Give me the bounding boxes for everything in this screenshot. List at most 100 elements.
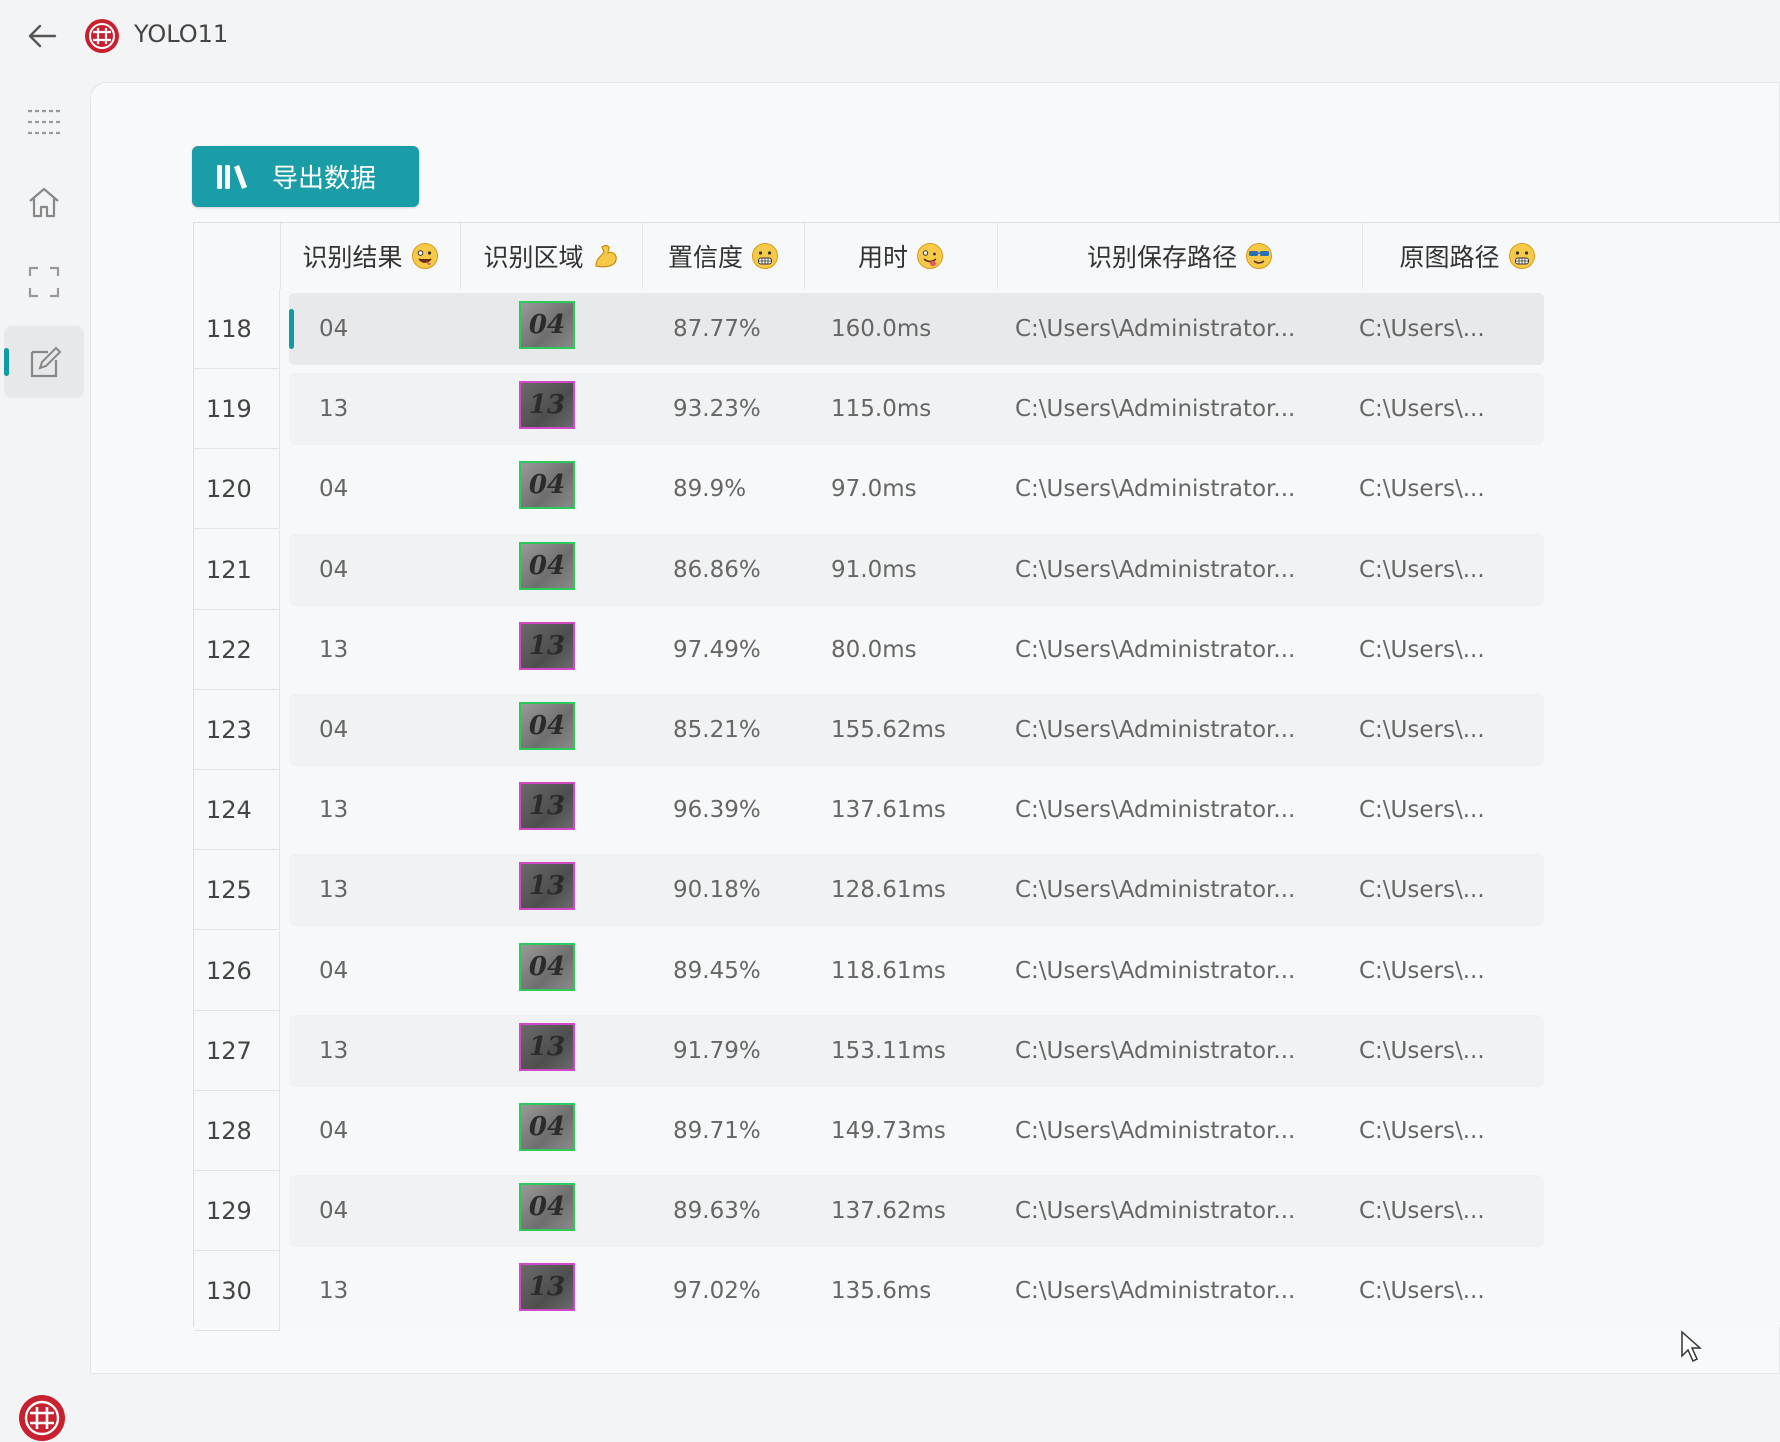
region-thumbnail[interactable]: 13 — [519, 1263, 575, 1311]
table-row[interactable]: 04 04 86.86% 91.0ms C:\Users\Administrator..… — [289, 534, 1544, 606]
original-path-cell: C:\Users\... — [1359, 877, 1485, 903]
column-header[interactable]: 识别区域 — [460, 223, 642, 289]
row-index: 129 — [194, 1171, 280, 1251]
time-cell: 135.6ms — [831, 1278, 932, 1304]
row-index: 122 — [194, 610, 280, 690]
time-cell: 128.61ms — [831, 877, 946, 903]
region-thumbnail[interactable]: 04 — [519, 1183, 575, 1231]
result-cell: 04 — [319, 1118, 349, 1144]
time-cell: 155.62ms — [831, 717, 946, 743]
scan-icon — [28, 266, 60, 298]
save-path-cell: C:\Users\Administrator... — [1015, 396, 1296, 422]
confidence-cell: 85.21% — [673, 717, 761, 743]
column-header[interactable]: 原图路径 — [1362, 223, 1572, 289]
row-index: 120 — [194, 449, 280, 529]
time-cell: 97.0ms — [831, 476, 917, 502]
flexed-biceps-emoji-icon — [592, 242, 620, 270]
records-table[interactable]: 识别结果 识别区域 置信度 用时 识别保存路径 原图路径 118 119 120 121 122 1… — [193, 222, 1780, 1331]
grimacing-face-emoji-icon — [1508, 242, 1536, 270]
column-header[interactable]: 置信度 — [642, 223, 804, 289]
confidence-cell: 87.77% — [673, 316, 761, 342]
save-path-cell: C:\Users\Administrator... — [1015, 1198, 1296, 1224]
save-path-cell: C:\Users\Administrator... — [1015, 1278, 1296, 1304]
confidence-cell: 86.86% — [673, 557, 761, 583]
original-path-cell: C:\Users\... — [1359, 476, 1485, 502]
export-data-label: 导出数据 — [272, 164, 377, 194]
table-row[interactable]: 04 04 87.77% 160.0ms C:\Users\Administrator.… — [289, 293, 1544, 365]
region-thumbnail[interactable]: 04 — [519, 1103, 575, 1151]
table-row[interactable]: 04 04 85.21% 155.62ms C:\Users\Administrator… — [289, 694, 1544, 766]
table-row[interactable]: 13 13 96.39% 137.61ms C:\Users\Administrator… — [289, 774, 1544, 846]
region-thumbnail[interactable]: 13 — [519, 622, 575, 670]
region-thumbnail[interactable]: 04 — [519, 461, 575, 509]
original-path-cell: C:\Users\... — [1359, 1198, 1485, 1224]
time-cell: 153.11ms — [831, 1038, 946, 1064]
row-index: 118 — [194, 289, 280, 369]
table-row[interactable]: 04 04 89.71% 149.73ms C:\Users\Administrator… — [289, 1095, 1544, 1167]
save-path-cell: C:\Users\Administrator... — [1015, 1038, 1296, 1064]
save-path-cell: C:\Users\Administrator... — [1015, 797, 1296, 823]
mouse-cursor-icon — [1681, 1330, 1702, 1363]
column-header[interactable]: 用时 — [804, 223, 997, 289]
original-path-cell: C:\Users\... — [1359, 958, 1485, 984]
region-thumbnail[interactable]: 04 — [519, 943, 575, 991]
confidence-cell: 97.49% — [673, 637, 761, 663]
row-index: 128 — [194, 1091, 280, 1171]
confidence-cell: 97.02% — [673, 1278, 761, 1304]
time-cell: 149.73ms — [831, 1118, 946, 1144]
row-index: 119 — [194, 369, 280, 449]
row-index: 124 — [194, 770, 280, 850]
region-thumbnail[interactable]: 13 — [519, 862, 575, 910]
confidence-cell: 89.63% — [673, 1198, 761, 1224]
table-row[interactable]: 04 04 89.63% 137.62ms C:\Users\Administrator… — [289, 1175, 1544, 1247]
export-data-button[interactable]: 导出数据 — [192, 146, 419, 207]
confidence-cell: 89.9% — [673, 476, 747, 502]
window-title: YOLO11 — [134, 20, 229, 48]
back-button[interactable] — [22, 16, 62, 56]
library-icon — [217, 164, 247, 189]
table-row[interactable]: 04 04 89.45% 118.61ms C:\Users\Administrator… — [289, 935, 1544, 1007]
zany-face-emoji-icon — [916, 242, 944, 270]
time-cell: 80.0ms — [831, 637, 917, 663]
result-cell: 13 — [319, 797, 349, 823]
region-thumbnail[interactable]: 13 — [519, 381, 575, 429]
result-cell: 04 — [319, 958, 349, 984]
confidence-cell: 89.71% — [673, 1118, 761, 1144]
region-thumbnail[interactable]: 13 — [519, 1023, 575, 1071]
region-thumbnail[interactable]: 04 — [519, 542, 575, 590]
table-row[interactable]: 04 04 89.9% 97.0ms C:\Users\Administrator...… — [289, 453, 1544, 525]
table-row[interactable]: 13 13 93.23% 115.0ms C:\Users\Administrator.… — [289, 373, 1544, 445]
table-header: 识别结果 识别区域 置信度 用时 识别保存路径 原图路径 — [194, 223, 1780, 289]
save-path-cell: C:\Users\Administrator... — [1015, 637, 1296, 663]
nav-scan[interactable] — [4, 246, 84, 318]
confidence-cell: 90.18% — [673, 877, 761, 903]
region-thumbnail[interactable]: 13 — [519, 782, 575, 830]
save-path-cell: C:\Users\Administrator... — [1015, 877, 1296, 903]
menu-icon — [28, 109, 60, 135]
time-cell: 137.62ms — [831, 1198, 946, 1224]
time-cell: 160.0ms — [831, 316, 932, 342]
region-thumbnail[interactable]: 04 — [519, 301, 575, 349]
table-row[interactable]: 13 13 90.18% 128.61ms C:\Users\Administrator… — [289, 854, 1544, 926]
save-path-cell: C:\Users\Administrator... — [1015, 316, 1296, 342]
region-thumbnail[interactable]: 04 — [519, 702, 575, 750]
time-cell: 115.0ms — [831, 396, 932, 422]
column-header-label: 置信度 — [667, 243, 743, 272]
nav-home[interactable] — [4, 166, 84, 238]
table-row[interactable]: 13 13 97.02% 135.6ms C:\Users\Administrator.… — [289, 1255, 1544, 1327]
original-path-cell: C:\Users\... — [1359, 637, 1485, 663]
row-index: 130 — [194, 1251, 280, 1331]
table-row[interactable]: 13 13 91.79% 153.11ms C:\Users\Administrator… — [289, 1015, 1544, 1087]
time-cell: 137.61ms — [831, 797, 946, 823]
save-path-cell: C:\Users\Administrator... — [1015, 717, 1296, 743]
save-path-cell: C:\Users\Administrator... — [1015, 476, 1296, 502]
nav-records[interactable] — [4, 326, 84, 398]
table-row[interactable]: 13 13 97.49% 80.0ms C:\Users\Administrator..… — [289, 614, 1544, 686]
column-header[interactable]: 识别保存路径 — [997, 223, 1362, 289]
row-index: 126 — [194, 931, 280, 1011]
column-header[interactable]: 识别结果 — [280, 223, 460, 289]
confidence-cell: 93.23% — [673, 396, 761, 422]
nav-menu-toggle[interactable] — [4, 86, 84, 158]
grimacing-face-emoji-icon — [751, 242, 779, 270]
result-cell: 04 — [319, 476, 349, 502]
